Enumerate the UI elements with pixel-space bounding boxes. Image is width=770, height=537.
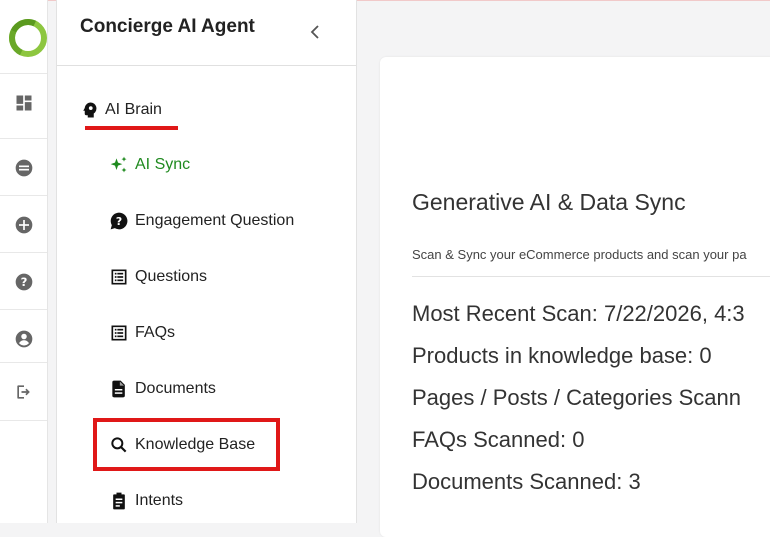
sidebar-item-label: Intents bbox=[135, 492, 184, 509]
document-icon bbox=[112, 380, 125, 398]
stat-faqs: FAQs Scanned: 0 bbox=[412, 427, 585, 452]
collapse-sidebar-button[interactable] bbox=[307, 22, 323, 42]
rail-help-button[interactable]: ? bbox=[0, 252, 47, 310]
sidebar-item-engagement-question[interactable]: ? Engagement Question bbox=[109, 208, 294, 234]
stat-documents: Documents Scanned: 3 bbox=[412, 469, 641, 494]
sidebar-item-documents[interactable]: Documents bbox=[109, 376, 216, 402]
sidebar-item-label: Documents bbox=[135, 380, 216, 397]
question-bubble-icon: ? bbox=[110, 212, 128, 230]
sidebar-item-label: Knowledge Base bbox=[135, 436, 256, 453]
sidebar-item-ai-sync[interactable]: AI Sync bbox=[109, 152, 190, 178]
divider bbox=[412, 276, 770, 277]
app-title: Concierge AI Agent bbox=[80, 16, 255, 37]
sidebar-item-intents[interactable]: Intents bbox=[109, 488, 183, 514]
sidebar-item-label: Engagement Question bbox=[135, 212, 295, 229]
stat-products: Products in knowledge base: 0 bbox=[412, 343, 712, 368]
chat-icon bbox=[15, 159, 32, 176]
sidebar-item-label: FAQs bbox=[135, 324, 176, 341]
logout-icon bbox=[16, 384, 30, 399]
section-ai-brain[interactable]: AI Brain bbox=[81, 98, 162, 122]
dashboard-icon bbox=[16, 95, 31, 110]
stat-pages-posts: Pages / Posts / Categories Scann bbox=[412, 385, 741, 410]
svg-text:?: ? bbox=[20, 275, 27, 289]
icon-rail: ? bbox=[0, 0, 48, 523]
annotation-underline bbox=[85, 126, 178, 130]
sidebar-item-knowledge-base[interactable]: Knowledge Base bbox=[109, 432, 255, 458]
sidebar-item-label: AI Sync bbox=[135, 156, 191, 173]
rail-account-button[interactable] bbox=[0, 309, 47, 367]
rail-chat-button[interactable] bbox=[0, 138, 47, 196]
sidebar-item-label: Questions bbox=[135, 268, 208, 285]
help-icon: ? bbox=[15, 273, 32, 290]
clipboard-icon bbox=[113, 492, 125, 510]
ring-logo-icon[interactable] bbox=[9, 19, 47, 57]
svg-text:?: ? bbox=[116, 215, 122, 228]
search-icon bbox=[111, 437, 127, 453]
sidebar-item-questions[interactable]: Questions bbox=[109, 264, 207, 290]
add-circle-icon bbox=[15, 216, 32, 233]
page-description: Scan & Sync your eCommerce products and … bbox=[412, 247, 747, 262]
rail-dashboard-button[interactable] bbox=[0, 73, 47, 131]
brain-head-icon bbox=[83, 102, 97, 118]
list-icon bbox=[111, 269, 127, 285]
sparkle-icon bbox=[110, 156, 127, 173]
rail-logout-button[interactable] bbox=[0, 362, 47, 421]
sidebar-item-faqs[interactable]: FAQs bbox=[109, 320, 175, 346]
account-icon bbox=[15, 330, 32, 347]
ai-sync-card: Generative AI & Data Sync Scan & Sync yo… bbox=[380, 57, 770, 537]
sidebar-header: Concierge AI Agent bbox=[57, 0, 356, 66]
list-icon bbox=[111, 325, 127, 341]
rail-add-button[interactable] bbox=[0, 195, 47, 253]
chevron-left-icon bbox=[310, 25, 319, 39]
page-title: Generative AI & Data Sync bbox=[412, 189, 686, 215]
section-label: AI Brain bbox=[105, 101, 162, 118]
stat-most-recent-scan: Most Recent Scan: 7/22/2026, 4:3 bbox=[412, 301, 745, 326]
